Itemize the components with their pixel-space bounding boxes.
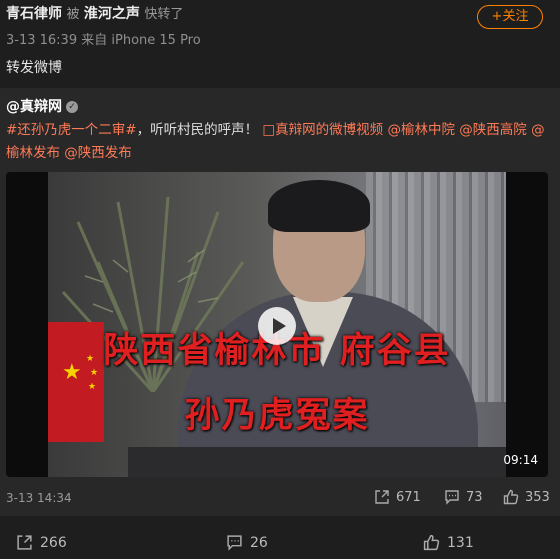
like-count: 131 xyxy=(447,534,474,551)
original-repost-count: 671 xyxy=(396,489,421,505)
original-body: ，听听村民的呼声！ xyxy=(136,122,259,138)
repost-icon xyxy=(16,534,33,551)
original-repost-stat[interactable]: 671 xyxy=(374,489,421,505)
reposted-label: 快转了 xyxy=(144,7,184,22)
author-name[interactable]: 青石律师 xyxy=(6,6,62,22)
repost-count: 266 xyxy=(40,534,67,551)
original-author[interactable]: @真辩网 ✓ xyxy=(6,96,78,116)
verified-badge-icon: ✓ xyxy=(66,101,78,113)
original-like-stat[interactable]: 353 xyxy=(503,489,550,505)
repost-attribution: 青石律师 被 淮河之声 快转了 xyxy=(6,4,550,25)
video-caption-line2: 孙乃虎冤案 xyxy=(184,395,370,436)
like-button[interactable]: 131 xyxy=(423,534,474,551)
comment-icon xyxy=(226,534,243,551)
follow-button[interactable]: +关注 xyxy=(477,5,543,29)
hashtag-link[interactable]: #还孙乃虎一个二审# xyxy=(6,122,137,138)
comment-button[interactable]: 26 xyxy=(226,534,268,551)
comment-count: 26 xyxy=(250,534,268,551)
quoted-post[interactable]: @真辩网 ✓ #还孙乃虎一个二审#，听听村民的呼声！ □真辩网的微博视频 @榆林中… xyxy=(0,88,560,516)
action-bar: 266 26 131 xyxy=(0,524,560,559)
by-word: 被 xyxy=(66,7,80,22)
video-player[interactable]: ★ ★ ★ ★ 陕西省榆林市 府谷县 孙乃虎冤案 09:14 xyxy=(6,172,548,477)
original-comment-count: 73 xyxy=(466,489,483,505)
mention-link[interactable]: @陕西发布 xyxy=(64,145,132,161)
post-device: 来自 iPhone 15 Pro xyxy=(81,33,201,48)
repost-text: 转发微博 xyxy=(6,60,62,76)
repost-icon xyxy=(374,489,390,505)
mention-link[interactable]: @榆林中院 xyxy=(387,122,455,138)
repost-button[interactable]: 266 xyxy=(16,534,67,551)
mention-link[interactable]: @陕西高院 xyxy=(459,122,527,138)
source-name[interactable]: 淮河之声 xyxy=(84,6,140,22)
original-comment-stat[interactable]: 73 xyxy=(444,489,483,505)
desk xyxy=(128,447,506,477)
play-button-icon[interactable] xyxy=(258,307,296,345)
original-like-count: 353 xyxy=(525,489,550,505)
like-icon xyxy=(503,489,519,505)
post-time[interactable]: 3-13 16:39 xyxy=(6,33,77,48)
post-meta: 3-13 16:39 来自 iPhone 15 Pro xyxy=(6,29,550,48)
like-icon xyxy=(423,534,440,551)
video-duration: 09:14 xyxy=(503,453,538,467)
original-time[interactable]: 3-13 14:34 xyxy=(6,491,72,505)
comment-icon xyxy=(444,489,460,505)
original-text: #还孙乃虎一个二审#，听听村民的呼声！ □真辩网的微博视频 @榆林中院 @陕西高… xyxy=(6,119,554,165)
post-header: 青石律师 被 淮河之声 快转了 3-13 16:39 来自 iPhone 15 … xyxy=(6,4,550,48)
person-hair xyxy=(268,180,370,232)
video-link[interactable]: □真辩网的微博视频 xyxy=(262,122,383,138)
original-author-name[interactable]: @真辩网 xyxy=(6,99,62,115)
